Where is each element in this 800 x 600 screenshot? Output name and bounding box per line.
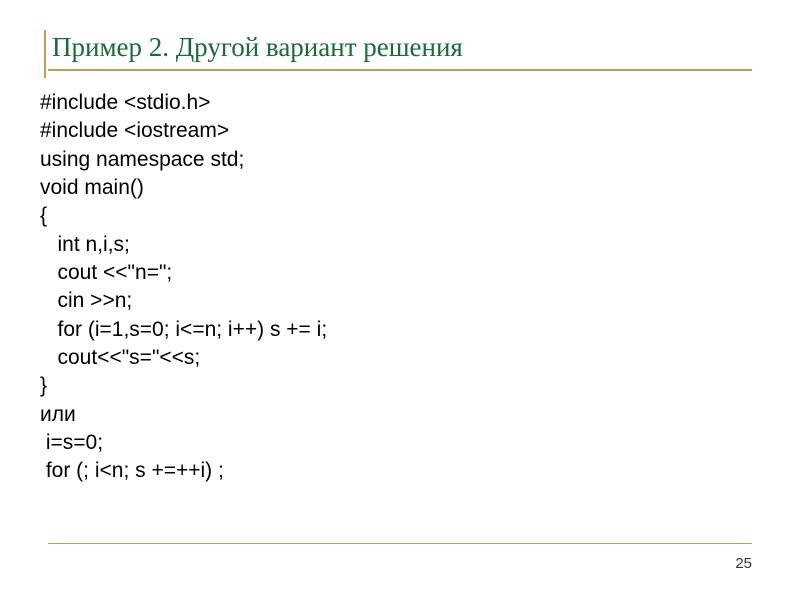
code-line: cout<<"s="<<s; [40, 344, 752, 372]
bottom-rule [48, 543, 752, 544]
code-line: i=s=0; [40, 429, 752, 457]
code-line: void main() [40, 174, 752, 202]
code-line: cin >>n; [40, 287, 752, 315]
title-left-accent [44, 30, 46, 78]
code-line: for (; i<n; s +=++i) ; [40, 457, 752, 485]
code-line: или [40, 401, 752, 429]
code-line: using namespace std; [40, 146, 752, 174]
title-underline [48, 69, 752, 71]
code-line: for (i=1,s=0; i<=n; i++) s += i; [40, 316, 752, 344]
code-block: #include <stdio.h>#include <iostream>usi… [40, 89, 752, 486]
code-line: #include <stdio.h> [40, 89, 752, 117]
code-line: { [40, 202, 752, 230]
code-line: cout <<"n="; [40, 259, 752, 287]
slide-title: Пример 2. Другой вариант решения [48, 32, 752, 63]
page-number: 25 [735, 555, 752, 572]
slide-container: Пример 2. Другой вариант решения #includ… [0, 0, 800, 600]
code-line: } [40, 372, 752, 400]
code-line: #include <iostream> [40, 117, 752, 145]
code-line: int n,i,s; [40, 231, 752, 259]
